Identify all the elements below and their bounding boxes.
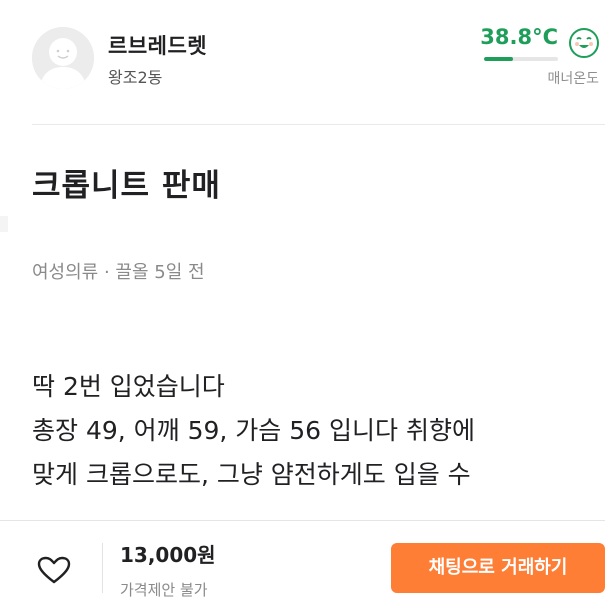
default-profile-avatar-icon bbox=[32, 27, 94, 89]
product-detail-page: 르브레드렛 왕조2동 38.8°C 매너온도 크롭니트 판매 여성의류 · 끌올… bbox=[0, 0, 605, 613]
article-description: 딱 2번 입었습니다 총장 49, 어깨 59, 가슴 56 입니다 취향에 맞… bbox=[32, 365, 602, 497]
bottom-action-bar: 13,000원 가격제안 불가 채팅으로 거래하기 bbox=[0, 520, 605, 613]
price-offer-status: 가격제안 불가 bbox=[120, 581, 208, 599]
manner-temperature-label: 매너온도 bbox=[547, 71, 599, 87]
heart-outline-icon[interactable] bbox=[36, 555, 72, 585]
price: 13,000원 bbox=[120, 543, 216, 567]
seller-name: 르브레드렛 bbox=[108, 34, 208, 58]
seller-profile[interactable]: 르브레드렛 왕조2동 38.8°C 매너온도 bbox=[0, 0, 605, 124]
avatar[interactable] bbox=[32, 27, 94, 89]
description-line: 맞게 크롭으로도, 그냥 얌전하게도 입을 수 bbox=[32, 460, 471, 489]
manner-temperature-value: 38.8°C bbox=[480, 25, 558, 49]
section-divider bbox=[32, 124, 605, 125]
screenshot-split-gap bbox=[0, 214, 605, 234]
chat-to-trade-button[interactable]: 채팅으로 거래하기 bbox=[391, 543, 605, 593]
manner-temperature-bar-fill bbox=[484, 57, 513, 61]
seller-region: 왕조2동 bbox=[108, 68, 163, 87]
description-line: 딱 2번 입었습니다 bbox=[32, 372, 225, 401]
smiling-face-icon bbox=[568, 27, 600, 59]
manner-temperature-bar bbox=[484, 57, 558, 61]
article-title: 크롭니트 판매 bbox=[32, 168, 221, 204]
bottom-bar-divider bbox=[102, 543, 103, 593]
description-line: 총장 49, 어깨 59, 가슴 56 입니다 취향에 bbox=[32, 416, 475, 445]
article-meta: 여성의류 · 끌올 5일 전 bbox=[32, 262, 205, 283]
